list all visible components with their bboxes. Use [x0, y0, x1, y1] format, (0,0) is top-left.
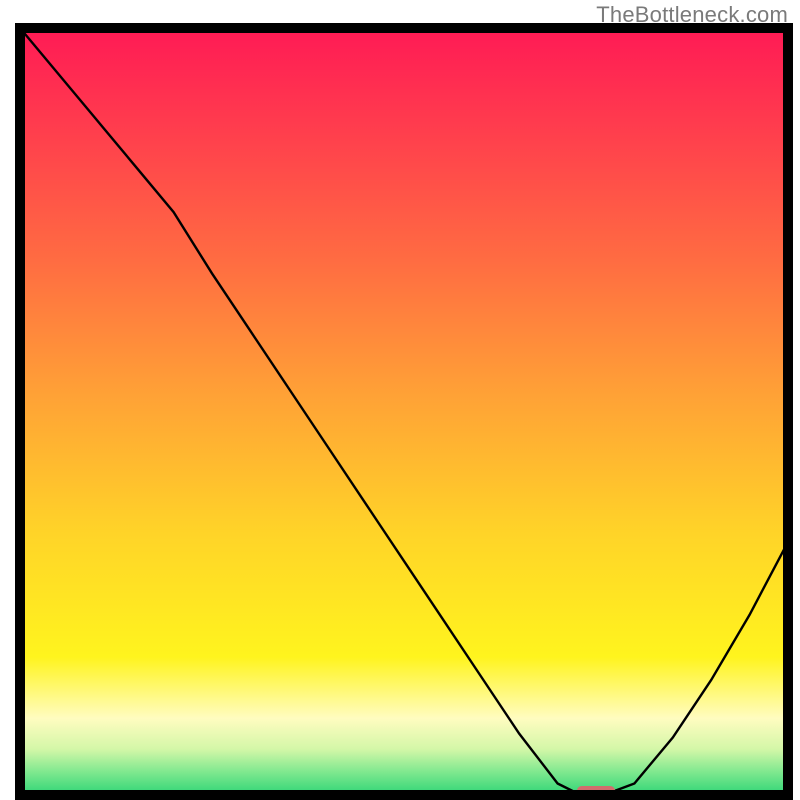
plot-background: [20, 28, 788, 795]
chart-container: { "watermark": "TheBottleneck.com", "cha…: [0, 0, 800, 800]
bottleneck-chart: [0, 0, 800, 800]
watermark-text: TheBottleneck.com: [596, 2, 788, 28]
